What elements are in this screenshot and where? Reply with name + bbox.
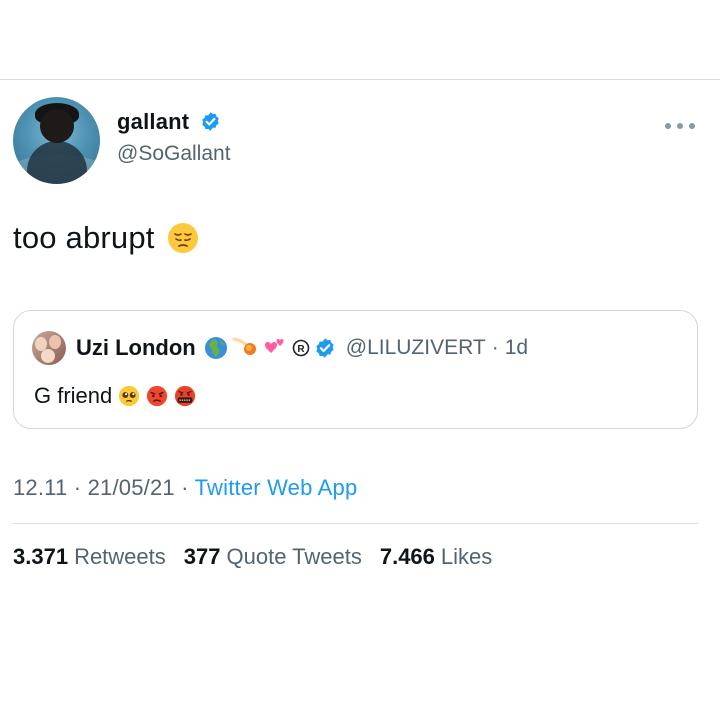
more-options-icon[interactable] xyxy=(665,121,695,131)
tweet-body: too abrupt xyxy=(13,220,199,256)
quote-tweets-count: 377 xyxy=(183,544,221,569)
comet-icon xyxy=(232,337,256,355)
tweet-metadata: 12.11 · 21/05/21 · Twitter Web App xyxy=(13,475,357,501)
quoted-tweet-header: Uzi London R @LILUZIVERT · 1d xyxy=(32,331,528,365)
retweets-label: Retweets xyxy=(74,544,166,569)
registered-sign-icon: R xyxy=(292,339,310,357)
quoted-tweet-text: G friend xyxy=(34,383,113,408)
globe-europe-africa-icon xyxy=(204,337,227,359)
quoted-tweet-age: 1d xyxy=(504,336,529,359)
stats-divider xyxy=(13,523,698,524)
tweet-header: gallant @SoGallant xyxy=(13,97,707,187)
quoted-author-display-name: Uzi London xyxy=(76,335,196,360)
verified-badge-icon xyxy=(202,111,219,131)
verified-badge-icon xyxy=(316,338,334,358)
quoted-tweet-card[interactable]: Uzi London R @LILUZIVERT · 1d G friend xyxy=(13,310,698,429)
quoted-separator: · xyxy=(491,336,499,359)
pensive-face-icon xyxy=(167,223,198,253)
angry-face-icon xyxy=(147,385,168,407)
quoted-author-avatar xyxy=(32,331,66,365)
pleading-face-icon xyxy=(119,385,140,407)
meta-separator: · xyxy=(73,475,82,500)
author-handle[interactable]: @SoGallant xyxy=(117,142,231,166)
author-avatar[interactable] xyxy=(13,97,100,184)
quoted-tweet-body: G friend xyxy=(34,383,196,409)
retweets-stat[interactable]: 3.371 Retweets xyxy=(13,544,166,570)
quote-tweets-label: Quote Tweets xyxy=(226,544,362,569)
likes-count: 7.466 xyxy=(379,544,435,569)
quoted-name-emojis: R xyxy=(204,336,340,360)
tweet-time[interactable]: 12.11 xyxy=(13,475,67,500)
quote-tweets-stat[interactable]: 377 Quote Tweets xyxy=(184,544,362,570)
svg-text:R: R xyxy=(297,344,305,355)
quoted-author-handle: @LILUZIVERT xyxy=(345,336,486,359)
two-hearts-icon xyxy=(264,339,284,353)
top-divider xyxy=(0,79,720,80)
likes-stat[interactable]: 7.466 Likes xyxy=(380,544,492,570)
author-display-name[interactable]: gallant xyxy=(117,109,189,135)
tweet-source-link[interactable]: Twitter Web App xyxy=(195,475,358,500)
tweet-date[interactable]: 21/05/21 xyxy=(88,475,175,500)
likes-label: Likes xyxy=(440,544,493,569)
tweet-text: too abrupt xyxy=(13,220,155,255)
engagement-stats: 3.371 Retweets 377 Quote Tweets 7.466 Likes xyxy=(13,544,492,570)
retweets-count: 3.371 xyxy=(13,544,69,569)
author-names: gallant @SoGallant xyxy=(117,109,231,166)
face-with-symbols-on-mouth-icon xyxy=(175,385,196,407)
meta-separator: · xyxy=(181,475,189,500)
